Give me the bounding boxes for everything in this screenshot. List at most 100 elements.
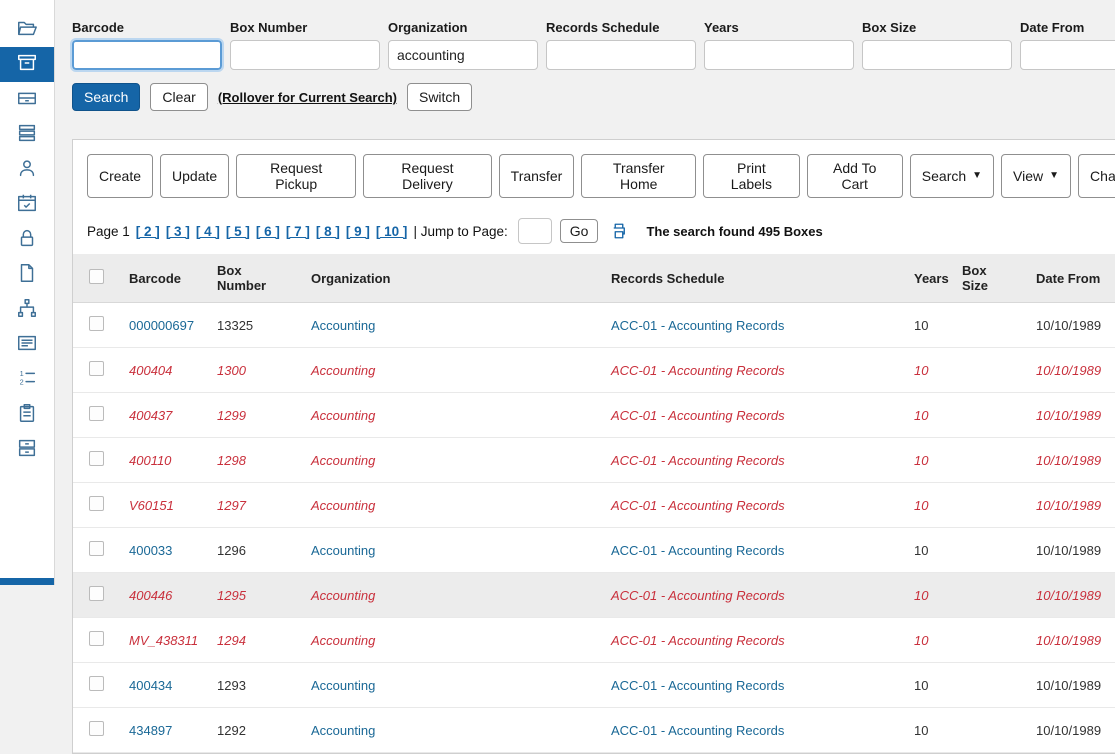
records-schedule-link[interactable]: ACC-01 - Accounting Records xyxy=(611,363,785,378)
drawer-icon xyxy=(16,87,38,112)
table-row[interactable]: 434897 1292 Accounting ACC-01 - Accounti… xyxy=(73,708,1115,753)
request-delivery-button[interactable]: Request Delivery xyxy=(363,154,491,198)
sidebar-item-users[interactable] xyxy=(0,152,54,187)
transfer-button[interactable]: Transfer xyxy=(499,154,575,198)
barcode-link[interactable]: 434897 xyxy=(129,723,172,738)
row-checkbox[interactable] xyxy=(89,496,104,511)
years-input[interactable] xyxy=(704,40,854,70)
search-button[interactable]: Search xyxy=(72,83,140,111)
box-number-cell: 1297 xyxy=(205,483,299,528)
user-icon xyxy=(16,157,38,182)
page-link-2[interactable]: [ 2 ] xyxy=(136,224,160,239)
records-schedule-link[interactable]: ACC-01 - Accounting Records xyxy=(611,453,785,468)
table-row[interactable]: 400437 1299 Accounting ACC-01 - Accounti… xyxy=(73,393,1115,438)
row-checkbox[interactable] xyxy=(89,631,104,646)
row-checkbox[interactable] xyxy=(89,451,104,466)
box-size-input[interactable] xyxy=(862,40,1012,70)
add-to-cart-button[interactable]: Add To Cart xyxy=(807,154,903,198)
search-dropdown[interactable]: Search▼ xyxy=(910,154,994,198)
page-link-4[interactable]: [ 4 ] xyxy=(196,224,220,239)
table-row[interactable]: V60151 1297 Accounting ACC-01 - Accounti… xyxy=(73,483,1115,528)
print-labels-button[interactable]: Print Labels xyxy=(703,154,799,198)
sidebar-item-hierarchy[interactable] xyxy=(0,292,54,327)
row-checkbox[interactable] xyxy=(89,406,104,421)
barcode-link[interactable]: V60151 xyxy=(129,498,174,513)
table-row[interactable]: MV_438311 1294 Accounting ACC-01 - Accou… xyxy=(73,618,1115,663)
box-size-cell xyxy=(950,393,1024,438)
sidebar-item-folders[interactable] xyxy=(0,12,54,47)
barcode-link[interactable]: 400404 xyxy=(129,363,172,378)
table-row[interactable]: 000000697 13325 Accounting ACC-01 - Acco… xyxy=(73,303,1115,348)
sidebar-item-schedule[interactable] xyxy=(0,187,54,222)
table-row[interactable]: 400033 1296 Accounting ACC-01 - Accounti… xyxy=(73,528,1115,573)
clear-button[interactable]: Clear xyxy=(150,83,207,111)
barcode-link[interactable]: 400110 xyxy=(129,453,171,468)
transfer-home-button[interactable]: Transfer Home xyxy=(581,154,696,198)
box-number-input[interactable] xyxy=(230,40,380,70)
row-checkbox[interactable] xyxy=(89,676,104,691)
update-button[interactable]: Update xyxy=(160,154,229,198)
create-button[interactable]: Create xyxy=(87,154,153,198)
request-pickup-button[interactable]: Request Pickup xyxy=(236,154,356,198)
records-schedule-link[interactable]: ACC-01 - Accounting Records xyxy=(611,318,784,333)
records-schedule-link[interactable]: ACC-01 - Accounting Records xyxy=(611,723,784,738)
table-row[interactable]: 400446 1295 Accounting ACC-01 - Accounti… xyxy=(73,573,1115,618)
records-schedule-link[interactable]: ACC-01 - Accounting Records xyxy=(611,408,785,423)
sidebar-item-news[interactable] xyxy=(0,327,54,362)
barcode-link[interactable]: 400434 xyxy=(129,678,172,693)
sidebar-item-numbered-list[interactable]: 12 xyxy=(0,362,54,397)
sidebar-item-security[interactable] xyxy=(0,222,54,257)
results-toolbar: Create Update Request Pickup Request Del… xyxy=(73,140,1115,210)
row-checkbox[interactable] xyxy=(89,586,104,601)
page-link-10[interactable]: [ 10 ] xyxy=(376,224,408,239)
organization-cell: Accounting xyxy=(299,573,599,618)
sidebar-item-documents[interactable] xyxy=(0,257,54,292)
barcode-link[interactable]: 400033 xyxy=(129,543,172,558)
date-from-cell: 10/10/1989 xyxy=(1024,303,1115,348)
printer-icon[interactable] xyxy=(610,222,628,240)
page-link-9[interactable]: [ 9 ] xyxy=(346,224,370,239)
archive-box-icon xyxy=(16,52,38,77)
page-link-8[interactable]: [ 8 ] xyxy=(316,224,340,239)
records-schedule-link[interactable]: ACC-01 - Accounting Records xyxy=(611,498,785,513)
row-checkbox[interactable] xyxy=(89,721,104,736)
switch-button[interactable]: Switch xyxy=(407,83,472,111)
field-box-number: Box Number xyxy=(230,20,380,70)
sidebar-item-storage[interactable] xyxy=(0,432,54,467)
page-link-6[interactable]: [ 6 ] xyxy=(256,224,280,239)
view-dropdown[interactable]: View▼ xyxy=(1001,154,1071,198)
records-schedule-link[interactable]: ACC-01 - Accounting Records xyxy=(611,588,785,603)
select-all-checkbox[interactable] xyxy=(89,269,104,284)
sidebar-item-boxes[interactable] xyxy=(0,47,54,82)
row-checkbox[interactable] xyxy=(89,361,104,376)
sidebar-item-drawer[interactable] xyxy=(0,82,54,117)
table-row[interactable]: 400404 1300 Accounting ACC-01 - Accounti… xyxy=(73,348,1115,393)
table-row[interactable]: 400434 1293 Accounting ACC-01 - Accounti… xyxy=(73,663,1115,708)
records-schedule-link[interactable]: ACC-01 - Accounting Records xyxy=(611,633,785,648)
sidebar-item-clipboard[interactable] xyxy=(0,397,54,432)
barcode-link[interactable]: 000000697 xyxy=(129,318,194,333)
table-row[interactable]: 400110 1298 Accounting ACC-01 - Accounti… xyxy=(73,438,1115,483)
barcode-label: Barcode xyxy=(72,20,222,35)
go-button[interactable]: Go xyxy=(560,219,599,243)
page-link-5[interactable]: [ 5 ] xyxy=(226,224,250,239)
box-size-cell xyxy=(950,708,1024,753)
barcode-link[interactable]: 400446 xyxy=(129,588,172,603)
sidebar-item-stack[interactable] xyxy=(0,117,54,152)
change-dropdown[interactable]: Change▼ xyxy=(1078,154,1115,198)
barcode-link[interactable]: MV_438311 xyxy=(129,633,198,648)
records-schedule-link[interactable]: ACC-01 - Accounting Records xyxy=(611,543,784,558)
page-link-3[interactable]: [ 3 ] xyxy=(166,224,190,239)
organization-input[interactable] xyxy=(388,40,538,70)
date-from-input[interactable] xyxy=(1020,40,1115,70)
box-number-cell: 1294 xyxy=(205,618,299,663)
records-schedule-input[interactable] xyxy=(546,40,696,70)
barcode-link[interactable]: 400437 xyxy=(129,408,172,423)
rollover-current-search-link[interactable]: (Rollover for Current Search) xyxy=(218,90,397,105)
barcode-input[interactable] xyxy=(72,40,222,70)
jump-to-page-input[interactable] xyxy=(518,218,552,244)
row-checkbox[interactable] xyxy=(89,316,104,331)
page-link-7[interactable]: [ 7 ] xyxy=(286,224,310,239)
row-checkbox[interactable] xyxy=(89,541,104,556)
records-schedule-link[interactable]: ACC-01 - Accounting Records xyxy=(611,678,784,693)
